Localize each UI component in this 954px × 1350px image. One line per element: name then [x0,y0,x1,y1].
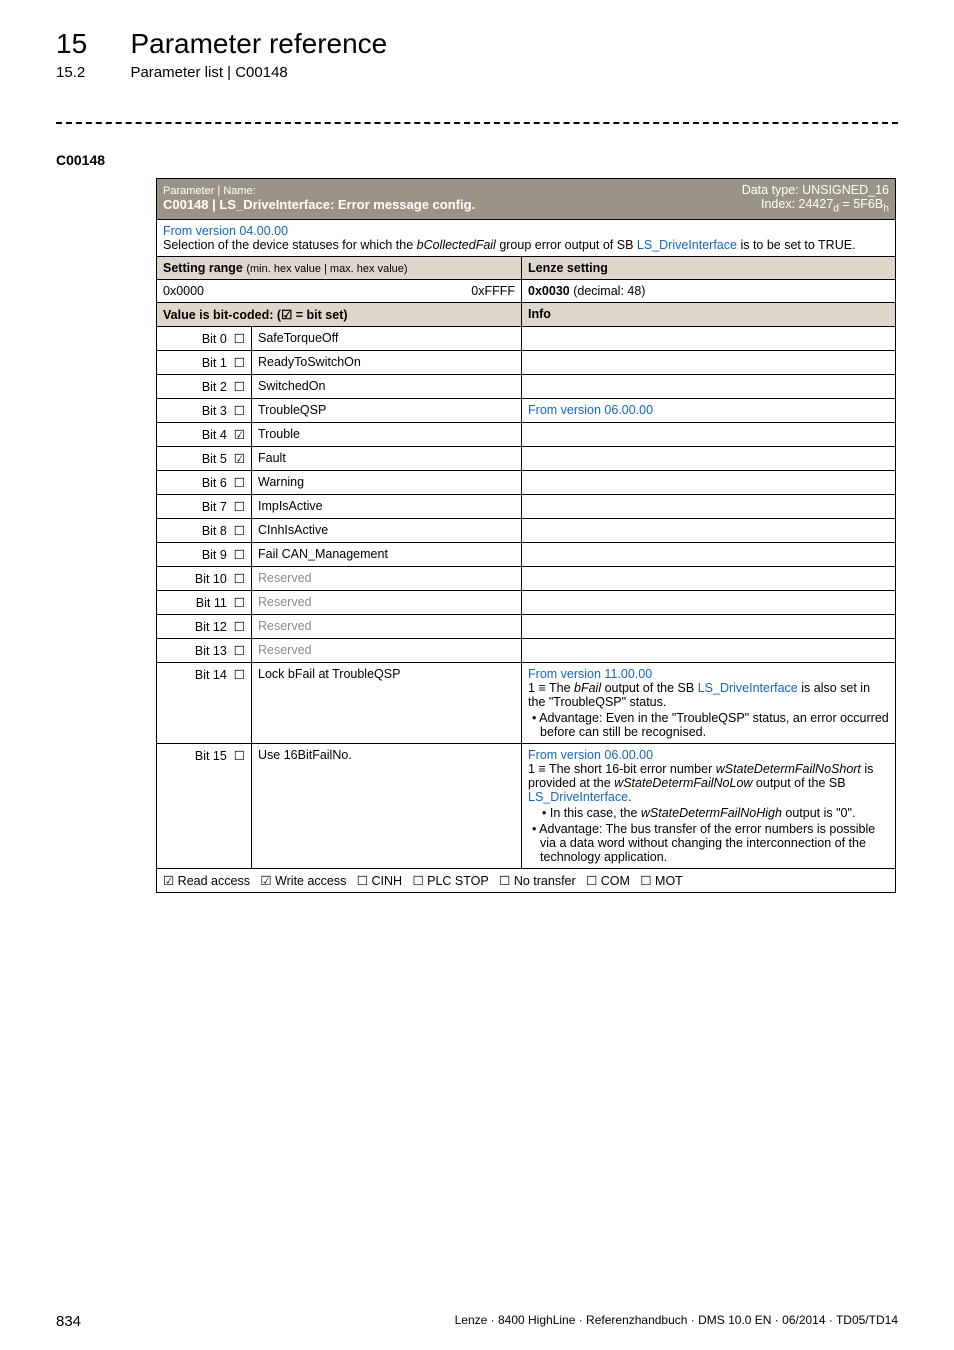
chapter-title: Parameter reference [130,28,387,60]
table-row: Bit 11 ☐ Reserved [157,590,896,614]
setting-range-sub: (min. hex value | max. hex value) [246,263,407,275]
table-row: Bit 5 ☑ Fault [157,446,896,470]
table-row: Bit 0 ☐ SafeTorqueOff [157,326,896,350]
max-hex-value: 0xFFFF [462,279,522,302]
notransfer-access: ☐ No transfer [499,874,576,888]
section-title: Parameter list | C00148 [130,64,287,81]
table-row: Bit 7 ☐ ImpIsActive [157,494,896,518]
from-version-link[interactable]: From version 04.00.00 [163,224,288,238]
table-row: Bit 13 ☐ Reserved [157,638,896,662]
parameter-table: Parameter | Name: C00148 | LS_DriveInter… [156,178,896,893]
table-row: Bit 4 ☑ Trouble [157,422,896,446]
param-name-label: Parameter | Name: [163,185,256,197]
bit15-sub-bullet: • In this case, the wStateDetermFailNoHi… [528,806,889,820]
divider-dashed [56,122,898,124]
bitcoded-label: Value is bit-coded: (☑ = bit set) [157,302,522,326]
ls-driveinterface-link[interactable]: LS_DriveInterface [528,790,628,804]
com-access: ☐ COM [586,874,630,888]
param-description: Selection of the device statuses for whi… [163,238,856,252]
min-hex-value: 0x0000 [157,279,462,302]
ls-driveinterface-link[interactable]: LS_DriveInterface [698,681,798,695]
param-name-value: C00148 | LS_DriveInterface: Error messag… [163,197,475,212]
mot-access: ☐ MOT [640,874,682,888]
table-row: Bit 1 ☐ ReadyToSwitchOn [157,350,896,374]
table-row: Bit 6 ☐ Warning [157,470,896,494]
lenze-setting-label: Lenze setting [522,256,896,279]
param-index: Index: 24427d = 5F6Bh [761,197,889,211]
from-version-link[interactable]: From version 06.00.00 [528,748,653,762]
cinh-access: ☐ CINH [357,874,402,888]
table-row: Bit 3 ☐ TroubleQSP From version 06.00.00 [157,398,896,422]
table-row: Bit 8 ☐ CInhIsActive [157,518,896,542]
ls-driveinterface-link[interactable]: LS_DriveInterface [637,238,737,252]
table-row: Bit 9 ☐ Fail CAN_Management [157,542,896,566]
default-value: 0x0030 (decimal: 48) [522,279,896,302]
bit15-bullet2: • Advantage: The bus transfer of the err… [528,822,889,864]
section-number: 15.2 [56,64,126,81]
setting-range-label: Setting range [163,261,246,275]
chapter-number: 15 [56,28,126,60]
table-row: Bit 15 ☐ Use 16BitFailNo. From version 0… [157,743,896,868]
write-access: ☑ Write access [260,874,346,888]
access-row: ☑ Read access ☑ Write access ☐ CINH ☐ PL… [157,868,896,892]
param-datatype: Data type: UNSIGNED_16 [742,183,889,197]
plcstop-access: ☐ PLC STOP [412,874,488,888]
table-row: Bit 14 ☐ Lock bFail at TroubleQSP From v… [157,662,896,743]
bit15-info-line: 1 ≡ The short 16-bit error number wState… [528,762,873,804]
from-version-link[interactable]: From version 11.00.00 [528,667,652,681]
table-row: Bit 10 ☐ Reserved [157,566,896,590]
parameter-code-heading: C00148 [56,152,898,168]
table-row: Bit 12 ☐ Reserved [157,614,896,638]
info-label: Info [522,302,896,326]
table-row: Bit 2 ☐ SwitchedOn [157,374,896,398]
from-version-link[interactable]: From version 06.00.00 [528,403,653,417]
bit14-info-line: 1 ≡ The bFail output of the SB LS_DriveI… [528,681,870,709]
page-number: 834 [56,1313,81,1330]
footer-info: Lenze · 8400 HighLine · Referenzhandbuch… [455,1313,898,1330]
read-access: ☑ Read access [163,874,250,888]
bit14-bullet: • Advantage: Even in the "TroubleQSP" st… [528,711,889,739]
